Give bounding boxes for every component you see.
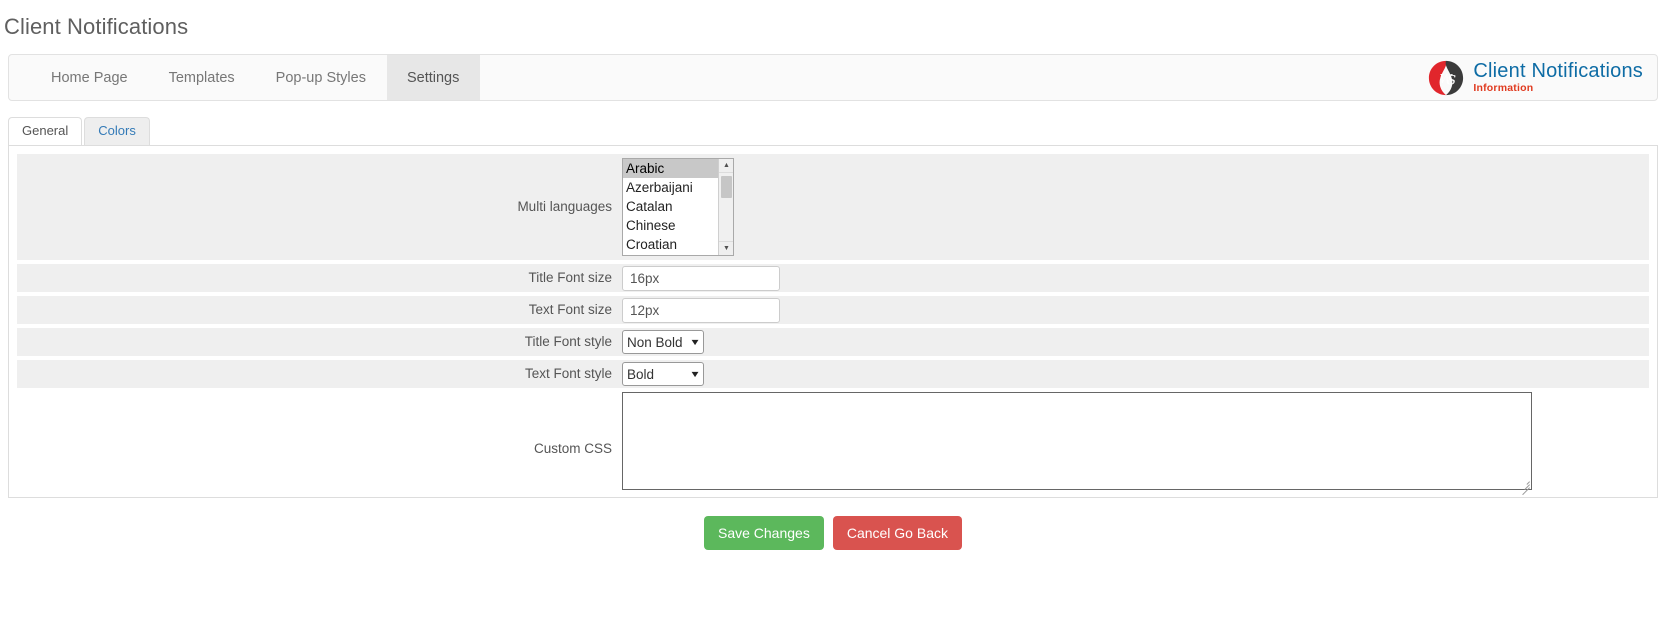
label-title-font-size: Title Font size (17, 264, 622, 292)
listbox-scrollbar[interactable]: ▲ ▼ (718, 159, 733, 255)
field-text-font-size (622, 298, 1649, 323)
field-row-text-font-style: Text Font style Bold ▼ (17, 360, 1649, 388)
field-row-custom-css: Custom CSS (17, 392, 1649, 490)
brand-tagline: Information (1473, 83, 1643, 94)
title-font-style-select[interactable]: Non Bold ▼ (622, 330, 704, 354)
scroll-up-arrow-icon[interactable]: ▲ (719, 159, 734, 173)
field-row-text-font-size: Text Font size (17, 296, 1649, 324)
tab-general[interactable]: General (8, 117, 82, 145)
main-navbar: Home Page Templates Pop-up Styles Settin… (8, 54, 1658, 101)
settings-subtab-list: General Colors (8, 117, 1658, 145)
text-font-style-select[interactable]: Bold ▼ (622, 362, 704, 386)
chevron-down-icon: ▼ (684, 370, 701, 379)
multi-languages-option-list: Arabic Azerbaijani Catalan Chinese Croat… (623, 159, 718, 255)
page-title: Client Notifications (0, 0, 1666, 42)
nav-tab-list: Home Page Templates Pop-up Styles Settin… (9, 55, 480, 100)
option-azerbaijani[interactable]: Azerbaijani (623, 178, 718, 197)
settings-form-panel: Multi languages Arabic Azerbaijani Catal… (8, 145, 1658, 498)
title-font-style-value: Non Bold (627, 335, 683, 350)
nav-tab-popup-styles[interactable]: Pop-up Styles (256, 55, 387, 100)
scroll-down-arrow-icon[interactable]: ▼ (719, 241, 734, 255)
multi-languages-listbox[interactable]: Arabic Azerbaijani Catalan Chinese Croat… (622, 158, 734, 256)
field-custom-css (622, 392, 1649, 490)
label-custom-css: Custom CSS (17, 392, 622, 459)
scrollbar-thumb[interactable] (721, 176, 732, 198)
field-title-font-size (622, 266, 1649, 291)
field-text-font-style: Bold ▼ (622, 362, 1649, 386)
chevron-down-icon: ▼ (684, 338, 701, 347)
general-settings-form: Multi languages Arabic Azerbaijani Catal… (17, 154, 1649, 490)
option-catalan[interactable]: Catalan (623, 197, 718, 216)
field-row-title-font-size: Title Font size (17, 264, 1649, 292)
tab-colors[interactable]: Colors (84, 117, 150, 145)
label-text-font-style: Text Font style (17, 360, 622, 388)
svg-text:S: S (1447, 73, 1456, 88)
field-row-title-font-style: Title Font style Non Bold ▼ (17, 328, 1649, 356)
title-font-size-input[interactable] (622, 266, 780, 291)
label-title-font-style: Title Font style (17, 328, 622, 356)
brand-title: Client Notifications (1473, 61, 1643, 81)
nav-tab-templates[interactable]: Templates (149, 55, 256, 100)
nav-tab-home-page[interactable]: Home Page (31, 55, 149, 100)
save-changes-button[interactable]: Save Changes (704, 516, 824, 550)
field-multi-languages: Arabic Azerbaijani Catalan Chinese Croat… (622, 158, 1649, 256)
label-multi-languages: Multi languages (17, 154, 622, 260)
brand-logo-block: W S Client Notifications Information (1427, 59, 1643, 97)
form-action-bar: Save Changes Cancel Go Back (0, 516, 1666, 550)
text-font-style-value: Bold (627, 367, 654, 382)
cancel-go-back-button[interactable]: Cancel Go Back (833, 516, 962, 550)
custom-css-wrapper (622, 392, 1532, 490)
brand-text: Client Notifications Information (1473, 61, 1643, 94)
nav-tab-settings[interactable]: Settings (387, 55, 480, 100)
custom-css-textarea[interactable] (622, 392, 1532, 490)
label-text-font-size: Text Font size (17, 296, 622, 324)
option-arabic[interactable]: Arabic (623, 159, 718, 178)
company-logo-icon: W S (1427, 59, 1465, 97)
option-croatian[interactable]: Croatian (623, 235, 718, 254)
option-chinese[interactable]: Chinese (623, 216, 718, 235)
text-font-size-input[interactable] (622, 298, 780, 323)
field-row-multi-languages: Multi languages Arabic Azerbaijani Catal… (17, 154, 1649, 260)
field-title-font-style: Non Bold ▼ (622, 330, 1649, 354)
